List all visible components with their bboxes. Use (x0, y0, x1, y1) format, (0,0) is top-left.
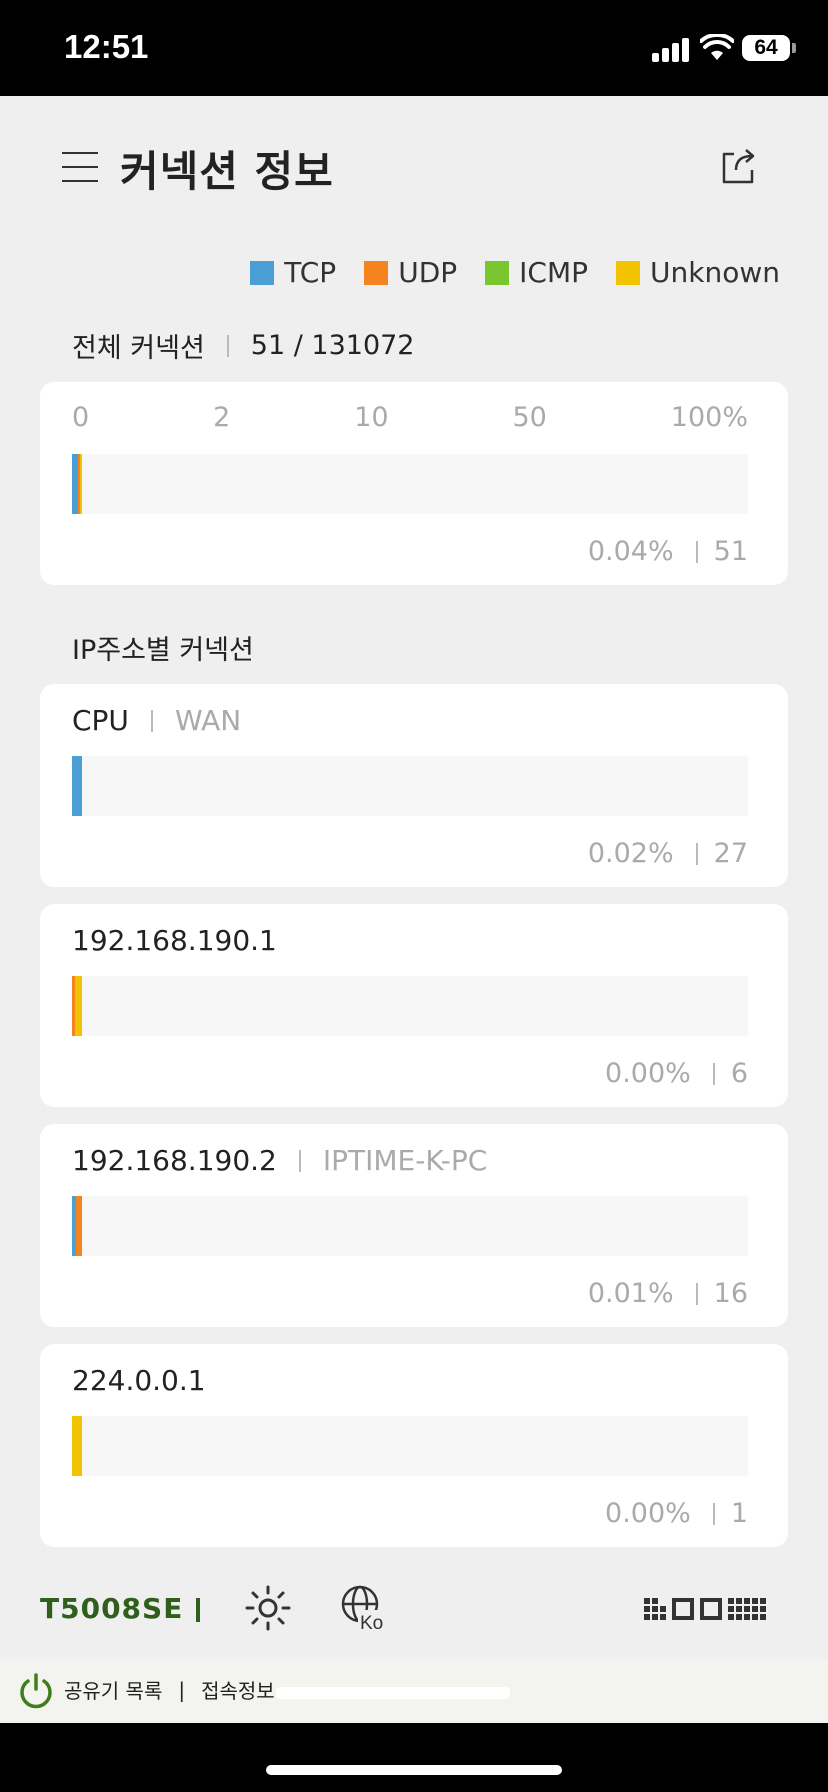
home-indicator[interactable] (266, 1765, 562, 1775)
legend-unknown: Unknown (616, 256, 780, 289)
usage-stats: 0.02% 27 (588, 838, 748, 869)
ip-card[interactable]: 224.0.0.1 0.00% 1 (40, 1344, 788, 1547)
legend-label: UDP (398, 256, 458, 289)
separator (695, 1282, 698, 1305)
legend-tcp: TCP (250, 256, 336, 289)
legend-swatch (616, 260, 641, 285)
battery-cap (792, 43, 796, 53)
usage-bar (72, 976, 748, 1036)
ip-card-title: 224.0.0.1 (72, 1364, 206, 1397)
ip-card[interactable]: CPU WAN 0.02% 27 (40, 684, 788, 887)
usage-stats: 0.04% 51 (588, 536, 748, 567)
ip-name: CPU (72, 704, 129, 737)
total-value: 51 / 131072 (250, 330, 415, 361)
separator (695, 540, 698, 563)
usage-count: 1 (730, 1498, 748, 1529)
ip-card[interactable]: 192.168.190.2 IPTIME-K-PC 0.01% 16 (40, 1124, 788, 1327)
separator (695, 842, 698, 865)
legend-swatch (364, 260, 389, 285)
usage-stats: 0.01% 16 (588, 1278, 748, 1309)
usage-percent: 0.04% (587, 536, 674, 567)
ip-card-title: CPU WAN (72, 704, 241, 737)
separator (150, 709, 153, 732)
usage-percent: 0.01% (587, 1278, 674, 1309)
ip-subname: WAN (174, 704, 242, 737)
legend-icmp: ICMP (485, 256, 588, 289)
total-connections-card: 0 2 10 50 100% 0.04% 51 (40, 382, 788, 585)
footer-bar: 공유기 목록 | 접속정보 : (0, 1659, 828, 1723)
legend-swatch (485, 260, 510, 285)
cellular-signal-icon (652, 36, 692, 62)
access-info-label: 접속정보 : (201, 1679, 288, 1703)
separator (226, 334, 229, 357)
usage-percent: 0.00% (605, 1058, 691, 1089)
usage-bar-fill (72, 454, 82, 514)
usage-bar-fill (72, 1416, 82, 1476)
scale-label: 50 (512, 402, 547, 433)
usage-stats: 0.00% 6 (605, 1058, 748, 1089)
ip-name: 192.168.190.1 (72, 924, 277, 957)
scale-label: 0 (72, 402, 90, 433)
language-globe-icon[interactable]: Ko (340, 1584, 386, 1632)
usage-count: 51 (713, 536, 748, 567)
legend-udp: UDP (364, 256, 457, 289)
usage-count: 16 (713, 1278, 748, 1309)
usage-bar-fill (72, 756, 82, 816)
usage-percent: 0.02% (587, 838, 674, 869)
legend-label: TCP (284, 256, 337, 289)
usage-bar (72, 1416, 748, 1476)
legend-swatch (250, 260, 275, 285)
battery-icon: 64 (742, 35, 790, 61)
ip-name: 192.168.190.2 (72, 1144, 277, 1177)
status-time: 12:51 (64, 28, 149, 65)
ip-card-title: 192.168.190.1 (72, 924, 277, 957)
usage-bar (72, 454, 748, 514)
usage-bar (72, 756, 748, 816)
total-label: 전체 커넥션 (72, 333, 205, 364)
usage-count: 27 (713, 838, 748, 869)
theme-sun-icon[interactable] (244, 1584, 292, 1632)
router-model[interactable]: T5008SE (40, 1592, 183, 1625)
ip-card-title: 192.168.190.2 IPTIME-K-PC (72, 1144, 487, 1177)
header: 커넥션 정보 (0, 96, 828, 236)
total-connections-label: 전체 커넥션 51 / 131072 (72, 326, 414, 365)
share-icon[interactable] (718, 146, 758, 186)
usage-bar-fill (72, 1196, 82, 1256)
ip-subname: IPTIME-K-PC (322, 1144, 488, 1177)
scale-label: 10 (354, 402, 389, 433)
usage-bar (72, 1196, 748, 1256)
view-layout-icon[interactable] (644, 1596, 784, 1622)
wifi-icon (700, 34, 734, 60)
router-list-link[interactable]: 공유기 목록 (64, 1675, 162, 1704)
scale-label: 2 (213, 402, 231, 433)
menu-icon[interactable] (62, 152, 98, 182)
protocol-legend: TCP UDP ICMP Unknown (250, 256, 780, 289)
usage-stats: 0.00% 1 (605, 1498, 748, 1529)
ip-name: 224.0.0.1 (72, 1364, 206, 1397)
app-screen: 커넥션 정보 TCP UDP ICMP Unknown 전체 커넥션 51 / … (0, 96, 828, 1723)
ip-connections-label: IP주소별 커넥션 (72, 635, 254, 666)
power-icon[interactable] (18, 1673, 54, 1709)
separator: | (178, 1677, 186, 1702)
ip-card[interactable]: 192.168.190.1 0.00% 6 (40, 904, 788, 1107)
redacted-address (276, 1687, 510, 1699)
status-bar: 12:51 64 (0, 0, 828, 96)
separator (712, 1062, 715, 1085)
scale-label: 100% (670, 402, 748, 433)
page-title: 커넥션 정보 (120, 147, 334, 196)
language-code: Ko (360, 1613, 383, 1632)
scale-labels: 0 2 10 50 100% (72, 402, 748, 433)
separator (712, 1502, 715, 1525)
usage-percent: 0.00% (605, 1498, 691, 1529)
separator (196, 1598, 200, 1622)
legend-label: ICMP (519, 256, 589, 289)
usage-count: 6 (730, 1058, 748, 1089)
separator (298, 1149, 301, 1172)
legend-label: Unknown (650, 256, 780, 289)
footer-text: 공유기 목록 | 접속정보 : (64, 1675, 288, 1704)
usage-bar-fill (72, 976, 82, 1036)
